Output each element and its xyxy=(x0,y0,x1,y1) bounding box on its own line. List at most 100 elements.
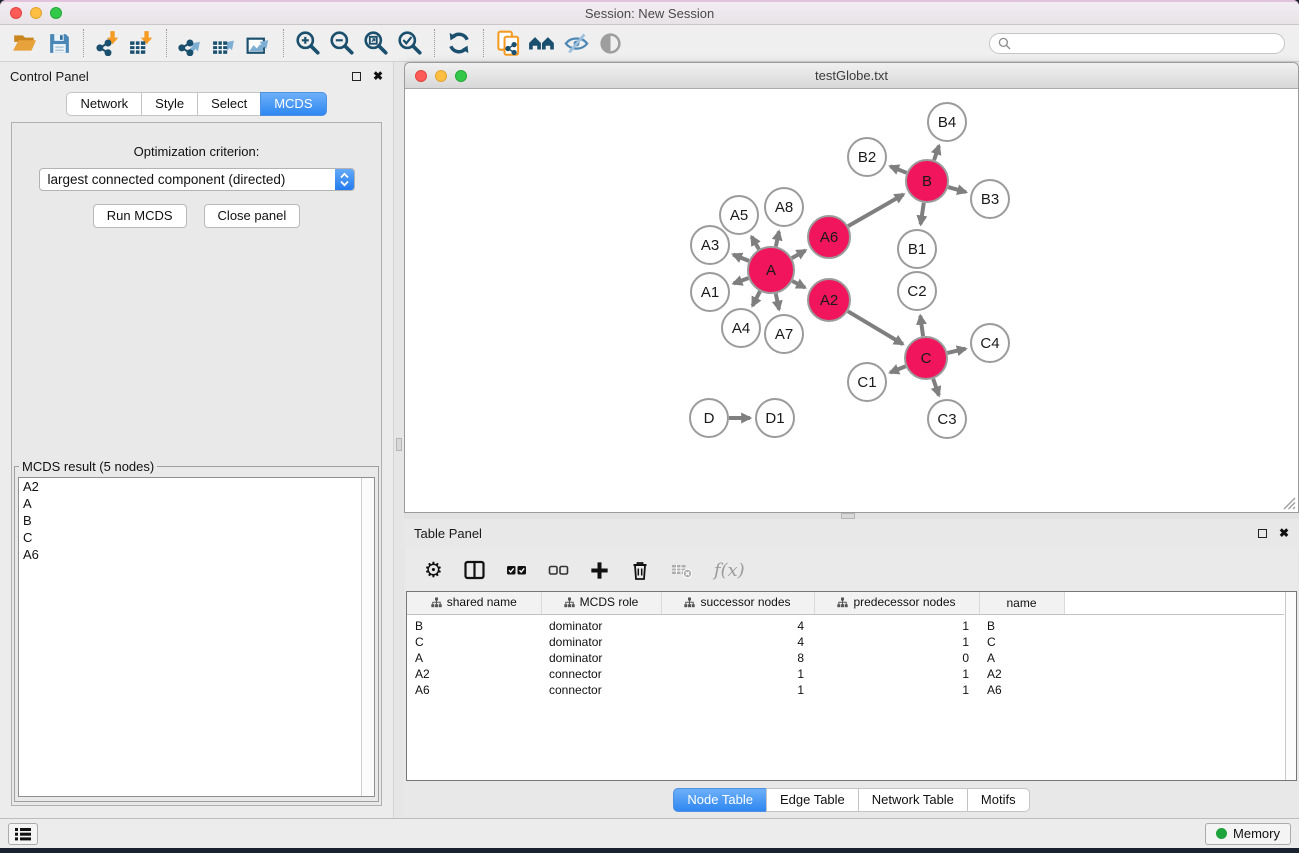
graph-edge-C-C1[interactable] xyxy=(890,366,905,372)
graph-edge-B-B2[interactable] xyxy=(890,166,906,173)
table-row[interactable]: A6connector11A6 xyxy=(407,682,1284,698)
import-table-button[interactable] xyxy=(125,28,159,58)
node-table[interactable]: shared nameMCDS rolesuccessor nodesprede… xyxy=(406,591,1297,781)
graph-node-A6[interactable]: A6 xyxy=(808,216,850,258)
graph-edge-C-C3[interactable] xyxy=(933,379,939,396)
table-cell[interactable]: C xyxy=(407,634,541,650)
table-cell[interactable]: 1 xyxy=(814,682,979,698)
graph-edge-A-A2[interactable] xyxy=(792,281,805,288)
column-header-name[interactable]: name xyxy=(979,592,1064,614)
close-panel-icon[interactable]: ✖ xyxy=(373,70,383,82)
graph-node-C[interactable]: C xyxy=(905,337,947,379)
graph-edge-A-A6[interactable] xyxy=(792,250,806,258)
table-cell[interactable]: A xyxy=(407,650,541,666)
add-column-button[interactable] xyxy=(590,561,609,580)
refresh-view-button[interactable] xyxy=(442,28,476,58)
table-cell[interactable]: A6 xyxy=(979,682,1064,698)
graph-edge-B-B3[interactable] xyxy=(948,187,966,192)
graph-edge-B-B4[interactable] xyxy=(934,146,939,160)
table-cell[interactable]: 1 xyxy=(814,634,979,650)
table-cell[interactable]: A6 xyxy=(407,682,541,698)
function-builder-button[interactable]: f(x) xyxy=(714,560,745,581)
table-cell[interactable]: B xyxy=(407,614,541,634)
tab-network[interactable]: Network xyxy=(66,92,142,116)
export-table-button[interactable] xyxy=(208,28,242,58)
splitter-handle[interactable] xyxy=(396,438,402,451)
column-header-successor-nodes[interactable]: successor nodes xyxy=(661,592,814,614)
result-list-item[interactable]: A6 xyxy=(19,546,374,563)
table-row[interactable]: Bdominator41B xyxy=(407,614,1284,634)
graph-node-A7[interactable]: A7 xyxy=(765,315,803,353)
delete-table-button[interactable] xyxy=(671,561,693,579)
table-cell[interactable]: dominator xyxy=(541,614,661,634)
tab-style[interactable]: Style xyxy=(141,92,198,116)
table-scrollbar[interactable] xyxy=(1285,592,1296,780)
tab-motifs[interactable]: Motifs xyxy=(967,788,1030,812)
table-cell[interactable]: A xyxy=(979,650,1064,666)
graph-node-A2[interactable]: A2 xyxy=(808,279,850,321)
table-cell[interactable]: 4 xyxy=(661,614,814,634)
graph-node-C4[interactable]: C4 xyxy=(971,324,1009,362)
vertical-splitter[interactable] xyxy=(394,62,404,818)
hide-selected-button[interactable] xyxy=(559,28,593,58)
float-panel-icon[interactable] xyxy=(352,72,361,81)
graph-node-A[interactable]: A xyxy=(748,247,794,293)
graph-edge-A-A7[interactable] xyxy=(776,294,779,310)
result-list-item[interactable]: C xyxy=(19,529,374,546)
table-cell[interactable]: 1 xyxy=(661,682,814,698)
table-cell[interactable]: 0 xyxy=(814,650,979,666)
graph-node-A5[interactable]: A5 xyxy=(720,196,758,234)
fit-content-button[interactable] xyxy=(359,28,393,58)
table-cell[interactable]: dominator xyxy=(541,634,661,650)
save-session-button[interactable] xyxy=(42,28,76,58)
table-cell[interactable]: C xyxy=(979,634,1064,650)
table-cell[interactable]: B xyxy=(979,614,1064,634)
resize-grip-icon[interactable] xyxy=(1283,497,1296,510)
float-panel-icon[interactable] xyxy=(1258,529,1267,538)
export-image-button[interactable] xyxy=(242,28,276,58)
table-row[interactable]: A2connector11A2 xyxy=(407,666,1284,682)
zoom-out-button[interactable] xyxy=(325,28,359,58)
close-panel-icon[interactable]: ✖ xyxy=(1279,527,1289,539)
graph-node-B4[interactable]: B4 xyxy=(928,103,966,141)
splitter-handle[interactable] xyxy=(841,513,855,519)
graph-edge-C-C4[interactable] xyxy=(947,349,965,353)
network-canvas[interactable]: AA1A2A3A4A5A6A7A8BB1B2B3B4CC1C2C3C4DD1 xyxy=(405,89,1298,512)
graph-node-D1[interactable]: D1 xyxy=(756,399,794,437)
horizontal-splitter[interactable] xyxy=(404,513,1299,519)
graph-edge-A2-C[interactable] xyxy=(848,311,903,344)
network-window-titlebar[interactable]: testGlobe.txt xyxy=(405,63,1298,89)
tab-edge-table[interactable]: Edge Table xyxy=(766,788,859,812)
column-view-button[interactable] xyxy=(464,560,485,580)
memory-button[interactable]: Memory xyxy=(1205,823,1291,845)
graph-edge-A6-B[interactable] xyxy=(848,194,903,226)
table-cell[interactable]: 1 xyxy=(661,666,814,682)
select-all-button[interactable] xyxy=(506,560,527,580)
graph-edge-A-A8[interactable] xyxy=(776,231,779,246)
graph-node-C3[interactable]: C3 xyxy=(928,400,966,438)
graph-edge-A-A3[interactable] xyxy=(733,254,749,260)
zoom-selected-button[interactable] xyxy=(393,28,427,58)
column-header-MCDS-role[interactable]: MCDS role xyxy=(541,592,661,614)
result-list-item[interactable]: B xyxy=(19,512,374,529)
table-settings-button[interactable]: ⚙ xyxy=(424,560,443,581)
graph-node-D[interactable]: D xyxy=(690,399,728,437)
result-list-item[interactable]: A xyxy=(19,495,374,512)
result-list-item[interactable]: A2 xyxy=(19,478,374,495)
table-cell[interactable]: connector xyxy=(541,682,661,698)
graph-node-B3[interactable]: B3 xyxy=(971,180,1009,218)
graph-node-B[interactable]: B xyxy=(906,160,948,202)
graph-node-A3[interactable]: A3 xyxy=(691,226,729,264)
table-row[interactable]: Cdominator41C xyxy=(407,634,1284,650)
search-input[interactable] xyxy=(1011,36,1276,50)
graph-edge-B-B1[interactable] xyxy=(921,203,924,225)
graph-node-A4[interactable]: A4 xyxy=(722,309,760,347)
table-cell[interactable]: A2 xyxy=(407,666,541,682)
search-box[interactable] xyxy=(989,33,1285,54)
graph-node-B1[interactable]: B1 xyxy=(898,230,936,268)
deselect-all-button[interactable] xyxy=(548,560,569,580)
table-cell[interactable]: dominator xyxy=(541,650,661,666)
graph-node-B2[interactable]: B2 xyxy=(848,138,886,176)
column-header-shared-name[interactable]: shared name xyxy=(407,592,541,614)
table-cell[interactable]: 8 xyxy=(661,650,814,666)
